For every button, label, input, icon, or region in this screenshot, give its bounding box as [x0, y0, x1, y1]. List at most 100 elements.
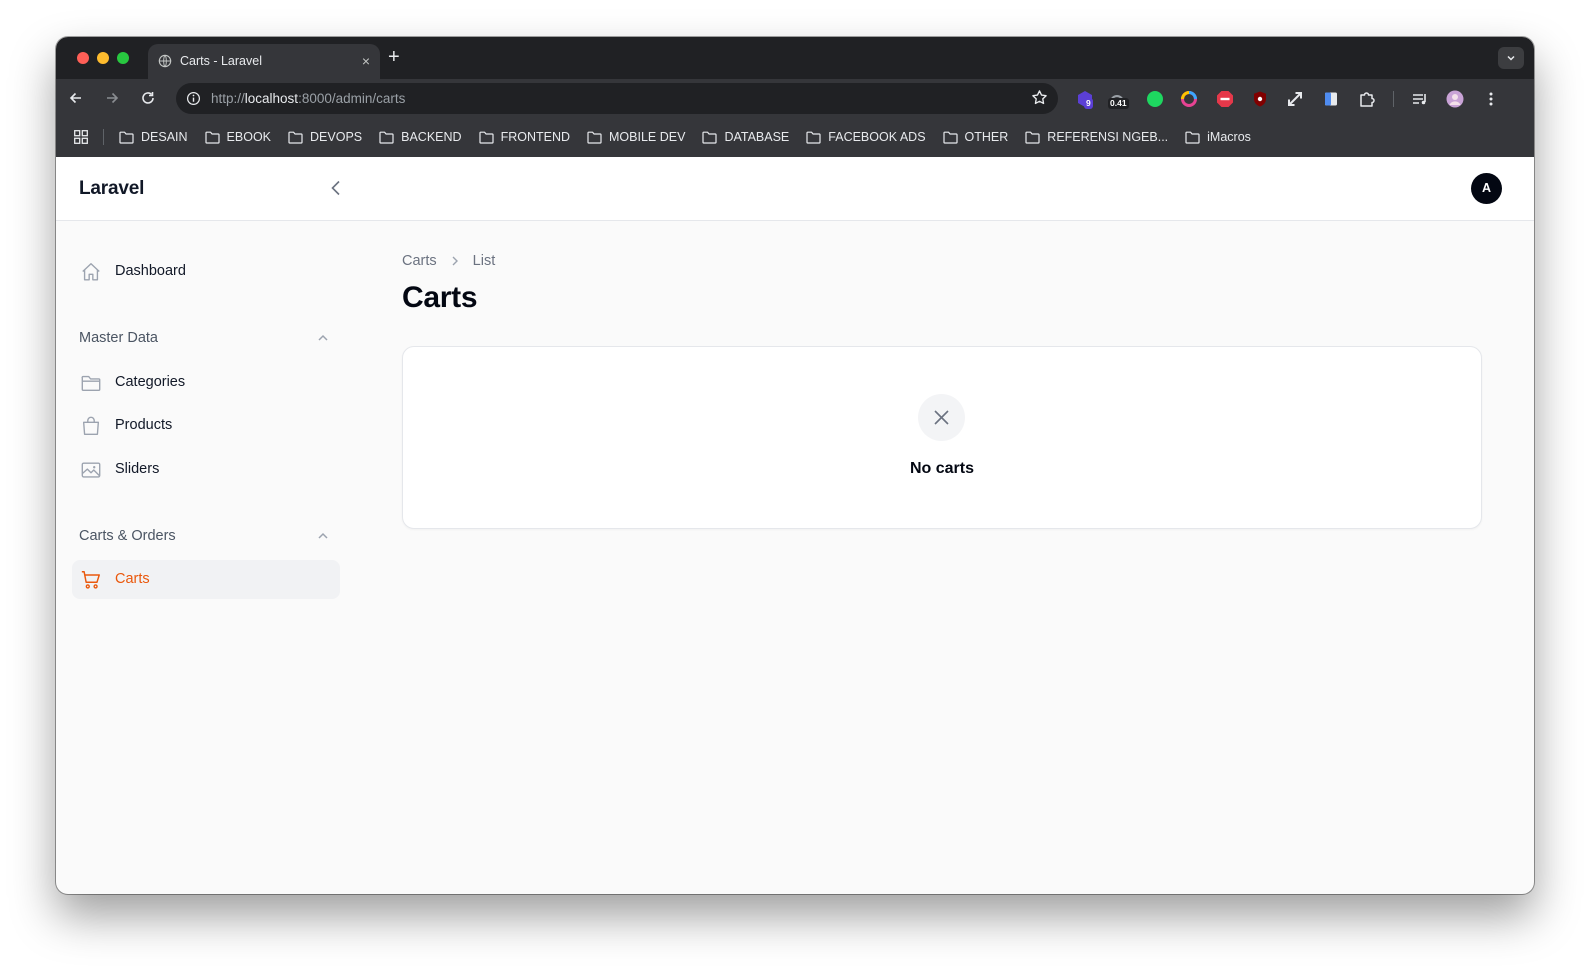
folder-icon: [702, 131, 718, 144]
ublock-origin-icon[interactable]: [1251, 90, 1269, 108]
bookmark-list: DESAIN EBOOK DEVOPS BACKEND FRONTEND MOBILE D…: [119, 117, 1268, 157]
folder-icon: [81, 375, 101, 392]
bookmark-folder-item[interactable]: MOBILE DEV: [587, 130, 685, 144]
bookmark-star-icon[interactable]: [1031, 89, 1048, 110]
sidebar-item-carts[interactable]: Carts: [72, 560, 340, 599]
tab-strip: Carts - Laravel × +: [56, 37, 1534, 79]
apps-grid-icon[interactable]: [74, 130, 88, 144]
window-minimize-button[interactable]: [97, 52, 109, 64]
sidebar-item-categories[interactable]: Categories: [72, 363, 340, 402]
profile-avatar-icon[interactable]: [1446, 90, 1464, 108]
extensions-puzzle-icon[interactable]: [1358, 90, 1376, 108]
browser-tab-active[interactable]: Carts - Laravel ×: [148, 44, 380, 79]
bookmark-folder-item[interactable]: OTHER: [942, 130, 1009, 144]
toolbar-divider: [1393, 91, 1394, 107]
arrow-left-icon: [69, 92, 81, 103]
bookmark-folder-item[interactable]: EBOOK: [204, 130, 271, 144]
bookmark-label: BACKEND: [401, 130, 462, 144]
bookmark-folder-item[interactable]: DESAIN: [119, 130, 188, 144]
breadcrumb-item-list: List: [472, 253, 496, 269]
chevron-up-icon[interactable]: [316, 529, 330, 543]
bookmark-label: DEVOPS: [310, 130, 363, 144]
url-path: :8000/admin/carts: [298, 91, 406, 106]
new-tab-button[interactable]: +: [388, 47, 400, 67]
globe-icon: [158, 54, 172, 68]
bookmark-label: FRONTEND: [500, 130, 571, 144]
extension-doc-icon[interactable]: [1322, 90, 1340, 108]
empty-state-message: No carts: [909, 460, 975, 477]
sidebar-item-label: Categories: [115, 374, 186, 390]
bookmarks-bar: DESAIN EBOOK DEVOPS BACKEND FRONTEND MOBILE D…: [56, 117, 1534, 158]
page-title: Carts: [402, 281, 478, 314]
adblock-plus-icon[interactable]: [1216, 90, 1234, 108]
extension-metric-icon[interactable]: 0.41: [1108, 90, 1134, 109]
extension-color-ring-icon[interactable]: [1180, 90, 1198, 108]
folder-icon: [587, 131, 602, 144]
bookmark-folder-item[interactable]: iMacros: [1185, 130, 1251, 144]
sidebar-item-products[interactable]: Products: [72, 406, 340, 445]
shopping-bag-icon: [82, 416, 100, 435]
bookmark-label: iMacros: [1207, 130, 1251, 144]
chevron-left-icon[interactable]: [326, 178, 346, 198]
window-close-button[interactable]: [77, 52, 89, 64]
folder-icon: [119, 131, 134, 144]
sidebar-item-label: Products: [115, 417, 173, 433]
sidebar-group-master-data[interactable]: Master Data: [79, 330, 158, 346]
breadcrumb-item-carts[interactable]: Carts: [402, 253, 437, 269]
bookmarks-divider: [103, 129, 104, 145]
folder-icon: [379, 131, 394, 144]
site-info-icon[interactable]: [186, 91, 201, 106]
bookmark-label: MOBILE DEV: [609, 130, 686, 144]
chevron-up-icon[interactable]: [316, 331, 330, 345]
sidebar-item-label: Sliders: [115, 461, 160, 477]
bookmark-folder-item[interactable]: BACKEND: [379, 130, 462, 144]
app-header: Laravel A: [56, 157, 1534, 221]
tab-search-chevron-icon[interactable]: [1498, 47, 1524, 69]
reload-icon: [142, 91, 154, 104]
carts-table-card: No carts: [402, 346, 1482, 529]
bookmark-folder-item[interactable]: FACEBOOK ADS: [806, 130, 926, 144]
tab-title: Carts - Laravel: [180, 54, 262, 68]
user-avatar[interactable]: A: [1471, 173, 1502, 204]
bookmark-label: OTHER: [964, 130, 1009, 144]
bookmark-folder-item[interactable]: DEVOPS: [288, 130, 362, 144]
extension-badge-value: 0.41: [1108, 98, 1129, 109]
extension-badge-count: 9: [1084, 98, 1093, 109]
folder-icon: [288, 131, 303, 144]
url-host: localhost: [244, 91, 299, 106]
forward-button[interactable]: [102, 88, 122, 108]
sidebar: Dashboard Master Data Categories Product…: [56, 221, 356, 894]
bookmark-label: DATABASE: [724, 130, 790, 144]
extension-purple-icon[interactable]: 9: [1076, 90, 1094, 109]
window-maximize-button[interactable]: [117, 52, 129, 64]
bookmark-folder-item[interactable]: DATABASE: [702, 130, 789, 144]
sidebar-item-label: Carts: [115, 571, 150, 587]
brand-logo[interactable]: Laravel: [79, 178, 144, 200]
expand-arrows-icon[interactable]: [1286, 90, 1304, 108]
folder-icon: [942, 131, 958, 144]
bookmark-folder-item[interactable]: REFERENSI NGEB...: [1025, 130, 1168, 144]
sidebar-item-sliders[interactable]: Sliders: [72, 450, 340, 489]
breadcrumb: Carts List: [402, 253, 495, 269]
bookmark-label: REFERENSI NGEB...: [1047, 130, 1169, 144]
url-scheme: http://: [211, 91, 245, 106]
sidebar-item-dashboard[interactable]: Dashboard: [72, 252, 340, 291]
image-icon: [81, 462, 101, 478]
tab-close-icon[interactable]: ×: [362, 53, 370, 69]
extension-green-dot-icon[interactable]: [1146, 90, 1164, 108]
sidebar-group-carts-orders[interactable]: Carts & Orders: [79, 528, 176, 544]
media-controls-icon[interactable]: [1411, 90, 1429, 108]
address-bar[interactable]: http://localhost:8000/admin/carts: [176, 83, 1058, 114]
bookmark-folder-item[interactable]: FRONTEND: [478, 130, 571, 144]
empty-state-icon-wrap: [918, 394, 965, 441]
back-button[interactable]: [66, 88, 86, 108]
x-icon: [934, 410, 949, 425]
browser-menu-icon[interactable]: [1484, 90, 1498, 108]
bookmark-label: FACEBOOK ADS: [828, 130, 926, 144]
url-text[interactable]: http://localhost:8000/admin/carts: [211, 91, 405, 106]
folder-icon: [1025, 131, 1040, 144]
sidebar-item-label: Dashboard: [115, 263, 186, 279]
arrow-right-icon: [107, 92, 119, 103]
shopping-cart-icon: [81, 571, 100, 589]
reload-button[interactable]: [138, 88, 158, 108]
